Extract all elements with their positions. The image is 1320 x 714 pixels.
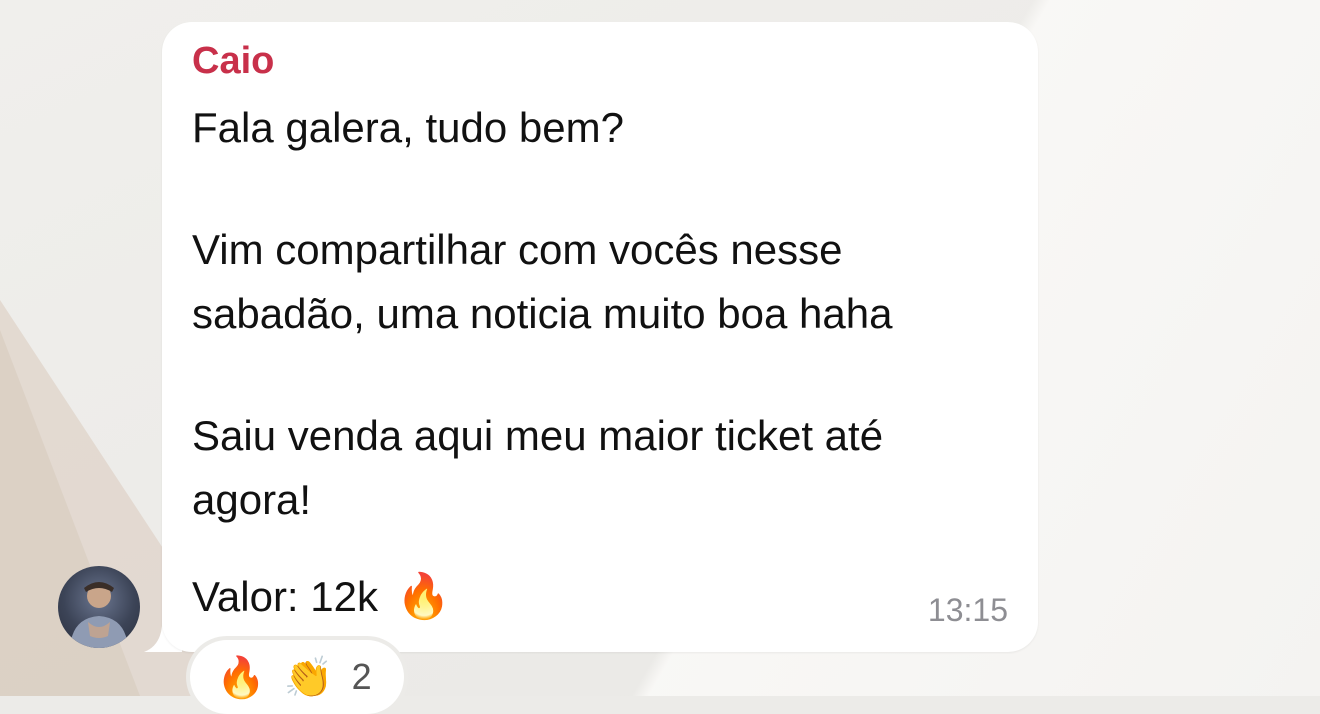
reactions-pill[interactable]: 🔥 👏 2 (190, 640, 404, 714)
clapping-hands-icon: 👏 (283, 655, 334, 700)
value-text: Valor: 12k (192, 573, 378, 620)
message-line: Vim compartilhar com vocês nesse (192, 226, 843, 273)
message-line: Saiu venda aqui meu maior ticket até (192, 412, 884, 459)
message-value-line: Valor: 12k 🔥 (192, 565, 451, 629)
sender-name[interactable]: Caio (192, 40, 274, 83)
message-line: agora! (192, 476, 312, 523)
message-bubble[interactable]: Caio Fala galera, tudo bem? Vim comparti… (162, 22, 1038, 652)
fire-icon: 🔥 (396, 572, 451, 621)
message-line: Fala galera, tudo bem? (192, 104, 624, 151)
fire-icon: 🔥 (216, 655, 266, 700)
message-paragraph: Vim compartilhar com vocês nesse sabadão… (192, 218, 893, 346)
avatar[interactable] (58, 566, 140, 648)
message-line: sabadão, uma noticia muito boa haha (192, 290, 893, 337)
reaction-count: 2 (351, 656, 372, 697)
message-paragraph: Saiu venda aqui meu maior ticket até ago… (192, 404, 883, 532)
message-timestamp: 13:15 (927, 592, 1008, 628)
